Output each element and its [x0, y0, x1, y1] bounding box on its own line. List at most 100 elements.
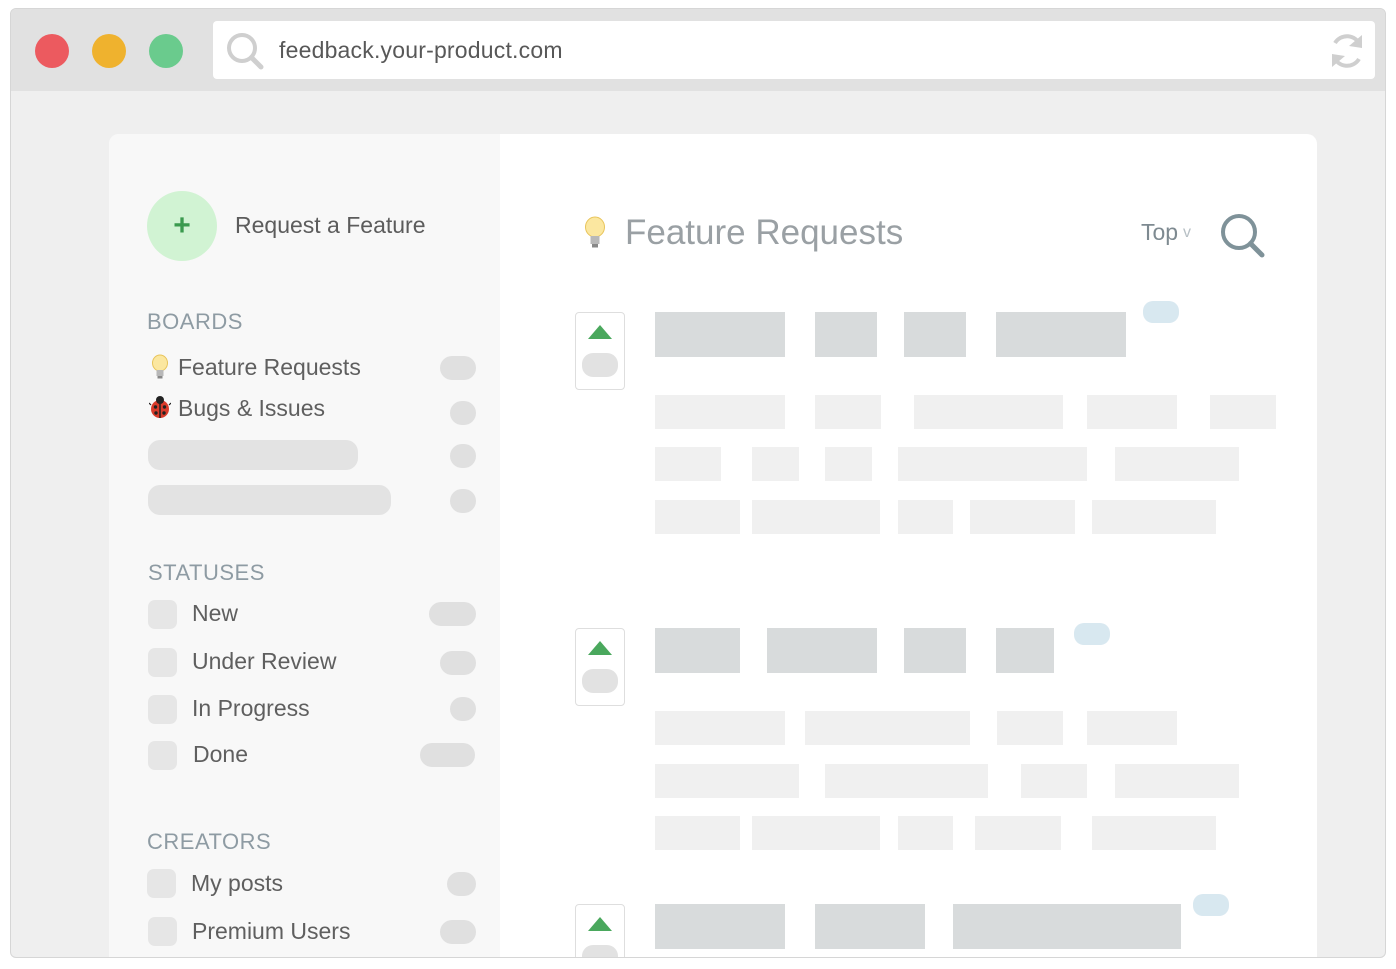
post-body-placeholder — [1092, 500, 1216, 534]
upvote-arrow-icon — [588, 325, 612, 339]
lightbulb-icon — [152, 354, 168, 379]
feedback-panel: + Request a Feature BOARDS Feature Reque… — [109, 134, 1317, 957]
post-title-placeholder[interactable] — [655, 628, 740, 673]
sidebar-item-feature-requests[interactable]: Feature Requests — [178, 354, 361, 381]
upvote-arrow-icon — [588, 641, 612, 655]
request-feature-button[interactable]: + — [147, 191, 217, 261]
status-checkbox-done[interactable] — [148, 741, 177, 770]
browser-titlebar: feedback.your-product.com — [11, 9, 1385, 91]
post-body-placeholder — [752, 816, 880, 850]
post-body-placeholder — [1115, 447, 1239, 481]
status-label-done[interactable]: Done — [193, 741, 248, 768]
creator-label-premium-users[interactable]: Premium Users — [192, 918, 350, 945]
status-label-under-review[interactable]: Under Review — [192, 648, 336, 675]
post-body-placeholder — [898, 500, 953, 534]
upvote-arrow-icon — [588, 917, 612, 931]
post-title-placeholder[interactable] — [815, 904, 925, 949]
address-bar[interactable]: feedback.your-product.com — [213, 21, 1375, 79]
count-badge — [440, 356, 476, 380]
count-badge — [450, 444, 476, 468]
post-title-placeholder[interactable] — [904, 312, 966, 357]
post-title-placeholder[interactable] — [996, 628, 1054, 673]
post-body-placeholder — [898, 816, 953, 850]
post-body-placeholder — [655, 395, 785, 429]
post-body-placeholder — [997, 711, 1063, 745]
post-body-placeholder — [914, 395, 1063, 429]
search-icon — [227, 33, 264, 70]
creator-checkbox-my-posts[interactable] — [147, 869, 176, 898]
vote-count — [582, 945, 618, 957]
status-label-new[interactable]: New — [192, 600, 238, 627]
status-label-in-progress[interactable]: In Progress — [192, 695, 310, 722]
lightbulb-icon — [585, 216, 605, 248]
request-feature-label[interactable]: Request a Feature — [235, 212, 426, 239]
count-badge — [429, 602, 476, 626]
minimize-window-button[interactable] — [92, 34, 126, 68]
post-body-placeholder — [655, 500, 740, 534]
sort-dropdown[interactable]: Top — [1141, 219, 1178, 246]
post-body-placeholder — [825, 764, 988, 798]
count-badge — [450, 401, 476, 425]
post-title-placeholder[interactable] — [904, 628, 966, 673]
post-body-placeholder — [655, 711, 785, 745]
post-title-placeholder[interactable] — [815, 312, 877, 357]
count-badge — [450, 489, 476, 513]
post-body-placeholder — [1021, 764, 1087, 798]
count-badge — [440, 920, 476, 944]
status-tag — [1143, 301, 1179, 323]
post-body-placeholder — [898, 447, 1087, 481]
status-tag — [1193, 894, 1229, 916]
count-badge — [447, 872, 476, 896]
status-checkbox-under-review[interactable] — [148, 648, 177, 677]
ladybug-icon — [149, 396, 171, 418]
creator-checkbox-premium-users[interactable] — [148, 917, 177, 946]
status-tag — [1074, 623, 1110, 645]
post-body-placeholder — [1092, 816, 1216, 850]
count-badge — [450, 697, 476, 721]
post-body-placeholder — [1087, 395, 1177, 429]
post-title-placeholder[interactable] — [655, 904, 785, 949]
post-body-placeholder — [752, 500, 880, 534]
post-body-placeholder — [655, 816, 740, 850]
upvote-button[interactable] — [575, 628, 625, 706]
post-body-placeholder — [970, 500, 1075, 534]
boards-heading: BOARDS — [147, 309, 243, 334]
vote-count — [582, 353, 618, 377]
post-title-placeholder[interactable] — [953, 904, 1181, 949]
post-title-placeholder[interactable] — [655, 312, 785, 357]
post-body-placeholder — [655, 447, 721, 481]
upvote-button[interactable] — [575, 312, 625, 390]
upvote-button[interactable] — [575, 904, 625, 957]
post-body-placeholder — [1087, 711, 1177, 745]
vote-count — [582, 669, 618, 693]
statuses-heading: STATUSES — [148, 560, 265, 585]
post-body-placeholder — [1115, 764, 1239, 798]
post-body-placeholder — [825, 447, 872, 481]
page-title: Feature Requests — [625, 213, 904, 252]
creators-heading: CREATORS — [147, 829, 272, 854]
post-body-placeholder — [655, 764, 799, 798]
sidebar-item-bugs-issues[interactable]: Bugs & Issues — [178, 395, 325, 422]
browser-window: feedback.your-product.com + Request a Fe… — [10, 8, 1386, 958]
status-checkbox-in-progress[interactable] — [148, 695, 177, 724]
post-body-placeholder — [1210, 395, 1276, 429]
post-body-placeholder — [752, 447, 799, 481]
chevron-down-icon[interactable]: v — [1183, 224, 1191, 242]
post-title-placeholder[interactable] — [996, 312, 1126, 357]
post-title-placeholder[interactable] — [767, 628, 877, 673]
status-checkbox-new[interactable] — [148, 600, 177, 629]
plus-icon: + — [173, 209, 191, 242]
post-body-placeholder — [975, 816, 1061, 850]
url-text[interactable]: feedback.your-product.com — [279, 37, 563, 64]
creator-label-my-posts[interactable]: My posts — [191, 870, 283, 897]
count-badge — [420, 743, 475, 767]
sidebar: + Request a Feature BOARDS Feature Reque… — [109, 134, 500, 957]
search-icon[interactable] — [1219, 212, 1267, 260]
board-placeholder — [148, 485, 391, 515]
maximize-window-button[interactable] — [149, 34, 183, 68]
close-window-button[interactable] — [35, 34, 69, 68]
post-body-placeholder — [805, 711, 970, 745]
count-badge — [440, 651, 476, 675]
refresh-icon[interactable] — [1327, 31, 1367, 71]
board-placeholder — [148, 440, 358, 470]
